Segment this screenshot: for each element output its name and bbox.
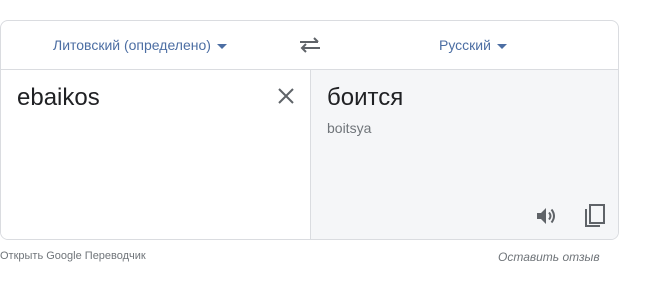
source-text-input[interactable]: ebaikos (17, 84, 100, 112)
source-pane[interactable]: ebaikos (1, 70, 311, 239)
clear-source-button[interactable] (274, 84, 298, 108)
chevron-down-icon (216, 43, 227, 49)
send-feedback-link[interactable]: Оставить отзыв (498, 250, 600, 264)
translate-card: Литовский (определено) Русский ebaikos б… (0, 20, 619, 240)
open-google-translate-link[interactable]: Открыть Google Переводчик (0, 250, 146, 262)
copy-translation-button[interactable] (583, 203, 607, 229)
swap-arrows-icon (300, 37, 320, 53)
transliteration-text: boitsya (327, 120, 372, 136)
source-language-selector[interactable]: Литовский (определено) (53, 21, 227, 69)
swap-languages-button[interactable] (298, 34, 322, 56)
target-language-label: Русский (439, 37, 491, 53)
chevron-down-icon (496, 43, 507, 49)
translation-pane: боится boitsya (311, 70, 618, 239)
source-language-label: Литовский (определено) (53, 37, 211, 53)
target-language-selector[interactable]: Русский (439, 21, 507, 69)
listen-button[interactable] (535, 204, 559, 228)
copy-icon (585, 204, 605, 227)
language-bar: Литовский (определено) Русский (1, 21, 618, 70)
translation-text: боится (327, 84, 404, 111)
close-icon (278, 88, 294, 104)
speaker-icon (537, 208, 555, 224)
